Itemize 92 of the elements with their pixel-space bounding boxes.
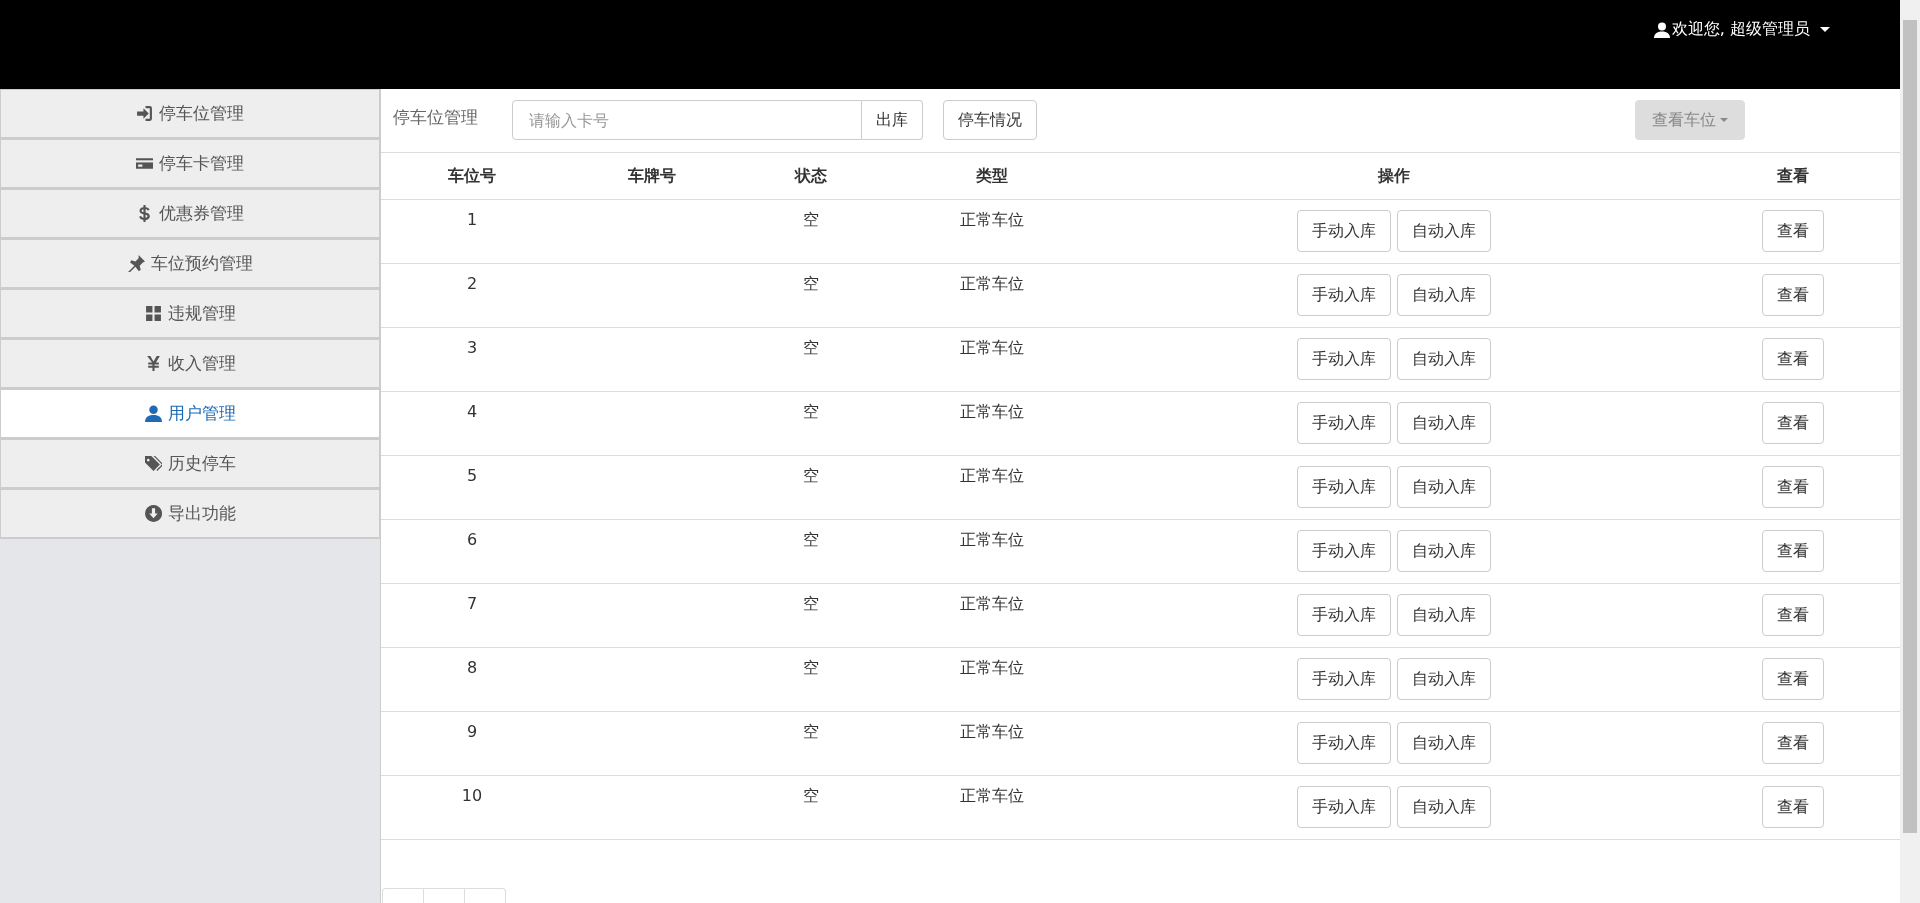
table-cell: 空 — [803, 402, 819, 423]
check-in-button[interactable]: 自动入库 — [1397, 594, 1491, 636]
table-cell: 5 — [466, 466, 478, 485]
check-in-button[interactable]: 手动入库 — [1297, 722, 1391, 764]
view-button[interactable]: 查看 — [1761, 658, 1824, 700]
check-in-button[interactable]: 手动入库 — [1297, 402, 1391, 444]
check-in-button[interactable]: 手动入库 — [1297, 786, 1391, 828]
check-in-button[interactable]: 自动入库 — [1397, 786, 1491, 828]
user-icon — [144, 405, 162, 422]
table-cell: 空 — [803, 274, 819, 295]
table-cell: 正常车位 — [960, 466, 1024, 487]
table-cell: 空 — [803, 722, 819, 743]
check-in-button[interactable]: 手动入库 — [1297, 594, 1391, 636]
table-cell: 空 — [803, 530, 819, 551]
check-in-button[interactable]: 自动入库 — [1397, 658, 1491, 700]
check-in-button[interactable]: 自动入库 — [1397, 210, 1491, 252]
table-cell: 4 — [466, 402, 478, 421]
check-in-button[interactable]: 自动入库 — [1397, 722, 1491, 764]
table-cell: 空 — [803, 594, 819, 615]
sidebar-item[interactable]: 收入管理 — [0, 339, 380, 389]
pagination-button[interactable] — [382, 888, 424, 903]
check-in-button[interactable]: 自动入库 — [1397, 274, 1491, 316]
table-cell: 空 — [803, 786, 819, 807]
view-button[interactable]: 查看 — [1761, 274, 1824, 316]
table-cell: 7 — [466, 594, 478, 613]
table-cell: 9 — [466, 722, 478, 741]
view-button[interactable]: 查看 — [1761, 402, 1824, 444]
table-cell: 正常车位 — [960, 594, 1024, 615]
table-cell: 正常车位 — [960, 722, 1024, 743]
check-in-button[interactable]: 手动入库 — [1297, 210, 1391, 252]
pagination-button[interactable] — [464, 888, 506, 903]
pushpin-icon — [127, 255, 145, 272]
check-in-button[interactable]: 自动入库 — [1397, 338, 1491, 380]
column-header: 操作 — [1378, 165, 1410, 187]
user-icon — [1653, 21, 1670, 38]
view-button[interactable]: 查看 — [1761, 466, 1824, 508]
table-cell: 正常车位 — [960, 338, 1024, 359]
view-button[interactable]: 查看 — [1761, 786, 1824, 828]
table-cell: 10 — [461, 786, 483, 805]
user-menu[interactable]: 欢迎您, 超级管理员 — [1653, 19, 1830, 40]
table-cell: 正常车位 — [960, 530, 1024, 551]
card-number-input[interactable]: 请输入卡号 — [512, 100, 862, 140]
parking-status-button[interactable]: 停车情况 — [943, 100, 1037, 140]
grid-icon — [144, 305, 162, 322]
table-cell: 正常车位 — [960, 658, 1024, 679]
check-in-button[interactable]: 手动入库 — [1297, 274, 1391, 316]
view-button[interactable]: 查看 — [1761, 338, 1824, 380]
sidebar-item[interactable]: 违规管理 — [0, 289, 380, 339]
table-cell: 正常车位 — [960, 786, 1024, 807]
table-cell: 1 — [466, 210, 478, 229]
view-button[interactable]: 查看 — [1761, 210, 1824, 252]
sidebar-item[interactable]: 停车位管理 — [0, 89, 380, 139]
login-arrow-icon — [136, 105, 153, 122]
yen-icon — [144, 355, 162, 372]
check-in-button[interactable]: 手动入库 — [1297, 338, 1391, 380]
table-cell: 空 — [803, 338, 819, 359]
check-in-button[interactable]: 手动入库 — [1297, 530, 1391, 572]
table-cell: 空 — [803, 466, 819, 487]
sidebar-item[interactable]: 导出功能 — [0, 489, 380, 539]
table-cell: 正常车位 — [960, 210, 1024, 231]
table-cell: 空 — [803, 210, 819, 231]
check-in-button[interactable]: 自动入库 — [1397, 530, 1491, 572]
check-in-button[interactable]: 自动入库 — [1397, 402, 1491, 444]
table-cell: 3 — [466, 338, 478, 357]
sidebar-item[interactable]: 车位预约管理 — [0, 239, 380, 289]
credit-card-icon — [136, 155, 153, 172]
dollar-icon — [136, 205, 153, 222]
page-title: 停车位管理 — [393, 106, 479, 129]
sidebar-item[interactable]: 优惠券管理 — [0, 189, 380, 239]
table-cell: 正常车位 — [960, 274, 1024, 295]
view-button[interactable]: 查看 — [1761, 530, 1824, 572]
table-cell: 8 — [466, 658, 478, 677]
table-cell: 2 — [466, 274, 478, 293]
sidebar-item[interactable]: 停车卡管理 — [0, 139, 380, 189]
sidebar-item[interactable]: 用户管理 — [0, 389, 380, 439]
column-header: 车牌号 — [628, 165, 676, 187]
check-in-button[interactable]: 自动入库 — [1397, 466, 1491, 508]
view-button[interactable]: 查看 — [1761, 722, 1824, 764]
sidebar-item[interactable]: 历史停车 — [0, 439, 380, 489]
column-header: 车位号 — [448, 165, 496, 187]
check-in-button[interactable]: 手动入库 — [1297, 466, 1391, 508]
table-cell: 空 — [803, 658, 819, 679]
tags-icon — [144, 455, 162, 472]
checkout-button[interactable]: 出库 — [862, 100, 923, 140]
column-header: 状态 — [795, 165, 827, 187]
column-header: 类型 — [976, 165, 1008, 187]
table-cell: 6 — [466, 530, 478, 549]
check-in-button[interactable]: 手动入库 — [1297, 658, 1391, 700]
table-cell: 正常车位 — [960, 402, 1024, 423]
column-header: 查看 — [1776, 165, 1809, 187]
scrollbar[interactable] — [1900, 0, 1920, 903]
view-button[interactable]: 查看 — [1761, 594, 1824, 636]
